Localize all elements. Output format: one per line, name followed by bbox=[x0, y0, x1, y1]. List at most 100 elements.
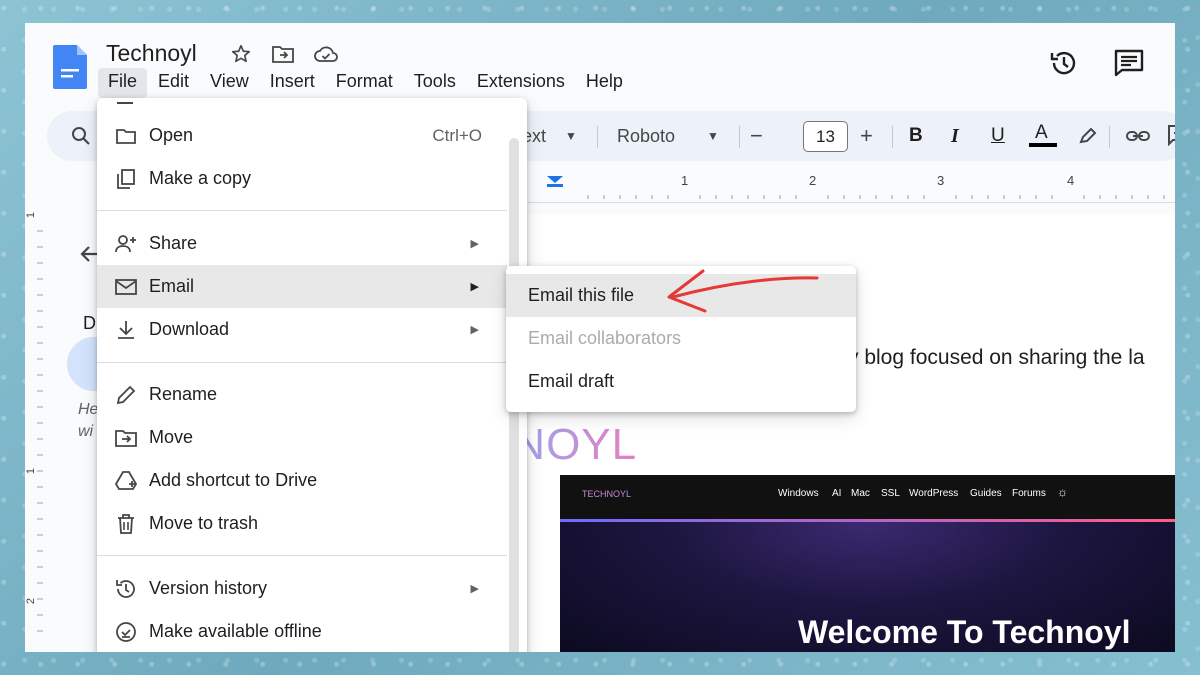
submenu-arrow-icon: ▶ bbox=[470, 238, 479, 250]
menu-view[interactable]: View bbox=[200, 68, 259, 98]
site-nav-item: Mac bbox=[851, 488, 870, 499]
submenu-item-label: Email draft bbox=[528, 371, 615, 391]
star-icon[interactable] bbox=[230, 43, 252, 65]
menu-item-label: Make available offline bbox=[149, 621, 322, 641]
submenu-item-label: Email collaborators bbox=[528, 328, 682, 348]
site-nav-item: WordPress bbox=[909, 488, 959, 499]
site-hero: Welcome To Technoyl bbox=[560, 522, 1175, 652]
search-menus-icon[interactable] bbox=[71, 126, 91, 146]
copy-icon bbox=[117, 168, 135, 189]
body-text-line[interactable]: y blog focused on sharing the la bbox=[848, 346, 1145, 370]
decrease-font-size-button[interactable]: − bbox=[750, 111, 763, 161]
document-title[interactable]: Technoyl bbox=[106, 40, 197, 67]
ruler-tick-2: 2 bbox=[809, 173, 817, 188]
trash-icon bbox=[118, 513, 134, 534]
person-add-icon bbox=[115, 234, 136, 252]
menu-help[interactable]: Help bbox=[576, 68, 633, 98]
menu-divider bbox=[97, 362, 507, 363]
submenu-item-email-collaborators: Email collaborators bbox=[506, 317, 856, 360]
ruler-tick-4: 4 bbox=[1067, 173, 1075, 188]
menu-divider bbox=[97, 210, 507, 211]
submenu-arrow-icon: ▶ bbox=[470, 281, 479, 293]
menu-extensions[interactable]: Extensions bbox=[467, 68, 575, 98]
increase-font-size-button[interactable]: + bbox=[860, 111, 873, 161]
bold-button[interactable]: B bbox=[909, 111, 923, 161]
move-folder-icon bbox=[115, 429, 137, 447]
text-color-button[interactable]: A bbox=[1035, 111, 1048, 161]
site-navbar: TECHNOYL Windows AI Mac SSL WordPress Gu… bbox=[560, 475, 1175, 519]
italic-button[interactable]: I bbox=[951, 111, 959, 161]
highlight-pen-icon[interactable] bbox=[1077, 125, 1099, 147]
site-nav-item: AI bbox=[832, 488, 842, 499]
download-icon bbox=[118, 320, 134, 339]
drive-shortcut-icon bbox=[115, 470, 137, 490]
menu-item-make-offline[interactable]: Make available offline bbox=[97, 610, 507, 652]
submenu-item-label: Email this file bbox=[528, 285, 635, 305]
outline-heading: D bbox=[83, 313, 96, 333]
submenu-arrow-icon: ▶ bbox=[470, 583, 479, 595]
vruler-tick: 1 bbox=[25, 467, 38, 475]
site-nav-item: Forums bbox=[1012, 488, 1046, 499]
insert-link-icon[interactable] bbox=[1125, 126, 1151, 146]
site-nav-item: Windows bbox=[778, 488, 819, 499]
vruler-tick: 2 bbox=[25, 597, 38, 605]
menu-item-version-history[interactable]: Version history ▶ bbox=[97, 567, 507, 610]
menu-item-label: Open bbox=[149, 125, 194, 145]
menu-insert[interactable]: Insert bbox=[260, 68, 325, 98]
google-docs-window: Technoyl File Edit View Insert Format To… bbox=[25, 23, 1175, 652]
version-history-icon[interactable] bbox=[1049, 48, 1079, 78]
underline-button[interactable]: U bbox=[991, 111, 1005, 161]
submenu-item-email-draft[interactable]: Email draft bbox=[506, 360, 856, 403]
cloud-saved-icon[interactable] bbox=[313, 43, 339, 65]
chevron-down-icon[interactable]: ▼ bbox=[565, 111, 577, 161]
menu-item-label: Move to trash bbox=[149, 513, 259, 533]
menu-item-download[interactable]: Download ▶ bbox=[97, 308, 507, 351]
text-color-swatch bbox=[1029, 143, 1057, 147]
embedded-website-image[interactable]: TECHNOYL Windows AI Mac SSL WordPress Gu… bbox=[560, 475, 1175, 652]
ruler-tick-3: 3 bbox=[937, 173, 945, 188]
font-select[interactable]: Roboto bbox=[617, 111, 675, 161]
outline-hint-line: He bbox=[78, 401, 99, 418]
menu-item-label: Move bbox=[149, 427, 194, 447]
site-logo: TECHNOYL bbox=[582, 489, 632, 499]
menu-item-email[interactable]: Email ▶ bbox=[97, 265, 507, 308]
vruler-tick: 1 bbox=[25, 211, 38, 219]
menu-item-rename[interactable]: Rename bbox=[97, 373, 507, 416]
add-comment-icon[interactable] bbox=[1167, 124, 1175, 146]
pencil-icon bbox=[116, 385, 136, 404]
font-size-input[interactable]: 13 bbox=[803, 121, 848, 152]
vertical-ruler: 1 1 2 bbox=[25, 193, 47, 652]
menu-item-open[interactable]: Open Ctrl+O bbox=[97, 114, 507, 157]
docs-logo-icon[interactable] bbox=[53, 45, 87, 89]
menu-item-label: Download bbox=[149, 319, 230, 339]
sun-icon: ☼ bbox=[1057, 485, 1068, 499]
menu-item-label: Share bbox=[149, 233, 198, 253]
menu-edit[interactable]: Edit bbox=[148, 68, 199, 98]
menu-item-label: Make a copy bbox=[149, 168, 252, 188]
folder-icon bbox=[116, 128, 136, 144]
menu-item-make-copy[interactable]: Make a copy bbox=[97, 157, 507, 200]
ruler-tick-1: 1 bbox=[681, 173, 689, 188]
horizontal-ruler: 1 2 3 4 bbox=[528, 173, 1175, 203]
chevron-down-icon[interactable]: ▼ bbox=[707, 111, 719, 161]
site-nav-item: Guides bbox=[970, 488, 1002, 499]
menu-item-move[interactable]: Move bbox=[97, 416, 507, 459]
menu-cutoff-icon bbox=[117, 98, 133, 104]
file-menu-dropdown: Open Ctrl+O Make a copy Share ▶ Email ▶ … bbox=[97, 98, 527, 652]
menu-divider bbox=[97, 555, 507, 556]
offline-icon bbox=[116, 621, 136, 642]
site-nav-item: SSL bbox=[881, 488, 900, 499]
menu-item-shortcut: Ctrl+O bbox=[432, 125, 482, 145]
comments-icon[interactable] bbox=[1113, 48, 1145, 78]
red-annotation-arrow-icon bbox=[667, 269, 819, 313]
menu-item-share[interactable]: Share ▶ bbox=[97, 222, 507, 265]
menu-item-move-to-trash[interactable]: Move to trash bbox=[97, 502, 507, 545]
menu-tools[interactable]: Tools bbox=[404, 68, 466, 98]
move-folder-icon[interactable] bbox=[271, 43, 295, 65]
menu-format[interactable]: Format bbox=[326, 68, 403, 98]
menu-item-label: Version history bbox=[149, 578, 268, 598]
menu-item-add-shortcut[interactable]: Add shortcut to Drive bbox=[97, 459, 507, 502]
history-icon bbox=[116, 579, 135, 598]
menu-file[interactable]: File bbox=[98, 68, 148, 98]
menu-item-label: Add shortcut to Drive bbox=[149, 470, 318, 490]
